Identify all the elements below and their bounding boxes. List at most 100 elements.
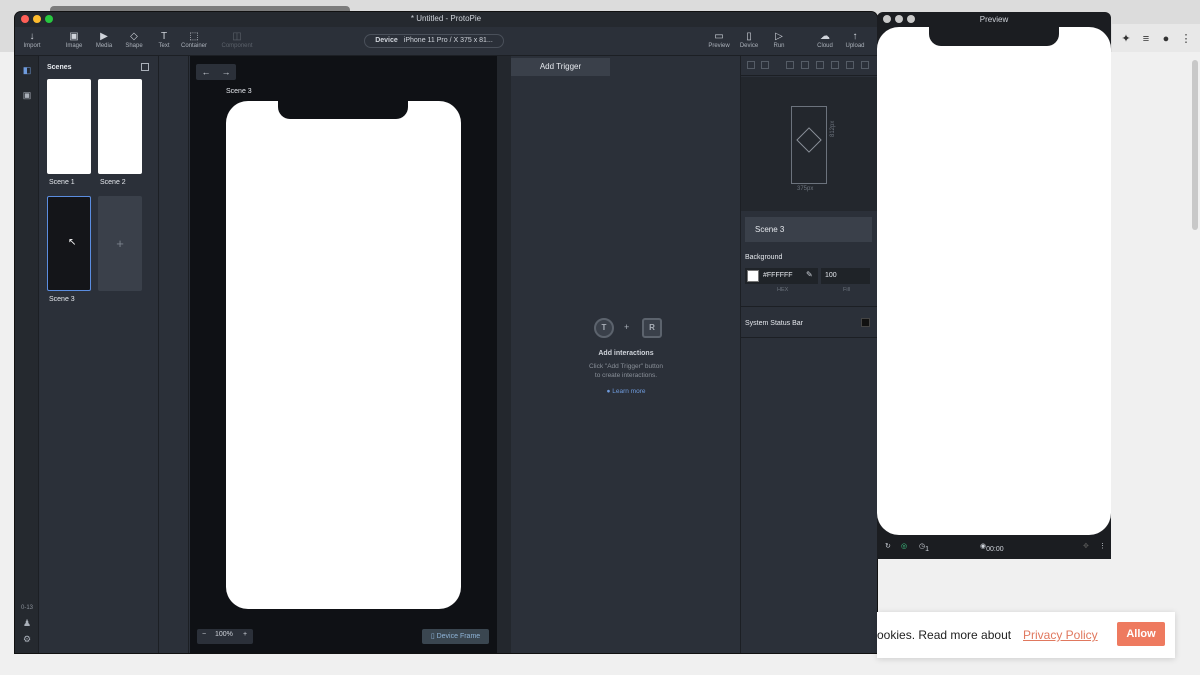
fill-opacity-field[interactable]: 100: [821, 268, 870, 284]
hex-caption: HEX: [777, 287, 789, 293]
more-options-icon[interactable]: ⋮: [1099, 542, 1106, 550]
text-button[interactable]: T Text: [147, 30, 181, 49]
align-top-icon[interactable]: [801, 61, 809, 69]
device-button[interactable]: ▯ Device: [732, 30, 766, 49]
device-selector-label: Device: [375, 37, 398, 44]
speed-value: 1: [925, 546, 930, 553]
preview-phone-screen[interactable]: [877, 27, 1111, 535]
speed-control[interactable]: ◷ 1: [919, 542, 929, 553]
add-interactions-line-1: Click "Add Trigger" button: [589, 363, 663, 370]
extensions-icon[interactable]: ✦: [1120, 33, 1132, 45]
alignment-toolbar: [741, 56, 877, 76]
scene-preview-area: 375px 812px: [741, 77, 877, 211]
account-icon[interactable]: ♟: [22, 618, 32, 628]
privacy-policy-link[interactable]: Privacy Policy: [1023, 628, 1098, 642]
layers-panel-icon[interactable]: ▣: [22, 90, 32, 100]
zoom-out-button[interactable]: −: [202, 631, 206, 638]
preview-controls: ↻ ◎ ◷ 1 ◉ 00:00 ✥ ⋮: [877, 538, 1111, 558]
protopie-logo-icon: [796, 127, 822, 153]
interaction-hint-icon[interactable]: ◎: [901, 542, 907, 550]
scene-thumbnail-1[interactable]: [47, 79, 91, 174]
scene-label-3: Scene 3: [49, 296, 75, 303]
protopie-window: * Untitled - ProtoPie ↓ Import ▣ Image ▶…: [15, 12, 877, 653]
phone-artboard[interactable]: [226, 101, 461, 609]
add-trigger-button[interactable]: Add Trigger: [511, 58, 610, 76]
zoom-in-button[interactable]: +: [243, 631, 247, 638]
align-center-icon[interactable]: [761, 61, 769, 69]
preview-button[interactable]: ▭ Preview: [702, 30, 736, 49]
image-button[interactable]: ▣ Image: [57, 30, 91, 49]
device-selector[interactable]: Device iPhone 11 Pro / X 375 x 81...: [364, 34, 504, 48]
image-icon: ▣: [69, 31, 79, 42]
align-bottom-icon[interactable]: [831, 61, 839, 69]
upload-icon: ↑: [852, 31, 858, 42]
run-label: Run: [773, 43, 785, 49]
cloud-button[interactable]: ☁ Cloud: [808, 30, 842, 49]
version-label: 0-13: [20, 605, 33, 611]
distribute-horizontal-icon[interactable]: [846, 61, 854, 69]
shape-label: Shape: [125, 43, 143, 49]
reset-icon[interactable]: ↻: [885, 542, 891, 550]
preview-label: Preview: [708, 43, 730, 49]
text-label: Text: [158, 43, 170, 49]
align-left-icon[interactable]: [747, 61, 755, 69]
component-button[interactable]: ◫ Component: [220, 30, 254, 49]
upload-label: Upload: [845, 43, 865, 49]
component-icon: ◫: [232, 31, 242, 42]
cloud-icon: ☁: [820, 31, 830, 42]
allow-cookies-button[interactable]: Allow: [1117, 622, 1165, 646]
divider: [741, 306, 877, 307]
container-label: Container: [180, 43, 207, 49]
media-icon: ▶: [100, 31, 108, 42]
import-icon: ↓: [29, 31, 35, 42]
image-label: Image: [65, 43, 83, 49]
learn-more-label: Learn more: [612, 388, 646, 395]
distribute-vertical-icon[interactable]: [861, 61, 869, 69]
device-icon: ▯: [746, 31, 752, 42]
menu-dots-icon[interactable]: ⋮: [1180, 33, 1192, 45]
color-swatch[interactable]: [747, 270, 759, 282]
upload-button[interactable]: ↑ Upload: [838, 30, 872, 49]
forward-arrow-icon[interactable]: →: [216, 64, 236, 80]
scene-thumbnail-2[interactable]: [98, 79, 142, 174]
scene-navigation: ← →: [196, 64, 236, 80]
component-label: Component: [221, 43, 253, 49]
media-button[interactable]: ▶ Media: [87, 30, 121, 49]
back-arrow-icon[interactable]: ←: [196, 64, 216, 80]
scenes-panel-icon[interactable]: ◧: [22, 65, 32, 75]
canvas-scrollbar[interactable]: [497, 56, 511, 653]
scene-label-2: Scene 2: [100, 179, 126, 186]
canvas[interactable]: ← → Scene 3 − 100% + ▯ Device Frame: [190, 56, 497, 653]
align-middle-icon[interactable]: [816, 61, 824, 69]
container-button[interactable]: ⬚ Container: [177, 30, 211, 49]
scene-name-field[interactable]: Scene 3: [745, 217, 872, 242]
cookie-banner: ookies. Read more about Privacy Policy A…: [877, 612, 1175, 658]
cookie-text: ookies. Read more about: [877, 628, 1012, 642]
panel-toggle-icon[interactable]: [141, 63, 149, 71]
device-frame-button[interactable]: ▯ Device Frame: [422, 629, 489, 644]
align-right-icon[interactable]: [786, 61, 794, 69]
settings-gear-icon[interactable]: ⚙: [22, 634, 32, 644]
record-icon[interactable]: ✥: [1083, 542, 1089, 550]
system-status-bar-checkbox[interactable]: [861, 318, 870, 327]
profile-avatar-icon[interactable]: ●: [1160, 33, 1172, 45]
page-scrollbar[interactable]: [1192, 60, 1198, 230]
shape-button[interactable]: ◇ Shape: [117, 30, 151, 49]
import-button[interactable]: ↓ Import: [15, 30, 49, 49]
background-label: Background: [745, 254, 783, 261]
scene-thumbnail-3-selected[interactable]: ↖: [47, 196, 91, 291]
response-icon: R: [642, 318, 662, 338]
phone-notch: [278, 101, 408, 119]
text-icon: T: [160, 31, 168, 42]
learn-more-link[interactable]: ● Learn more: [511, 388, 741, 395]
shape-icon: ◇: [130, 31, 138, 42]
reading-list-icon[interactable]: ≡: [1140, 33, 1152, 45]
scenes-panel-title: Scenes: [47, 64, 72, 71]
run-icon: ▷: [775, 31, 783, 42]
zoom-level[interactable]: 100%: [215, 631, 233, 638]
run-button[interactable]: ▷ Run: [762, 30, 796, 49]
eyedropper-icon[interactable]: ✎: [806, 270, 813, 279]
add-scene-button[interactable]: +: [98, 196, 142, 291]
width-dimension: 375px: [797, 186, 814, 192]
trigger-icon: T: [594, 318, 614, 338]
